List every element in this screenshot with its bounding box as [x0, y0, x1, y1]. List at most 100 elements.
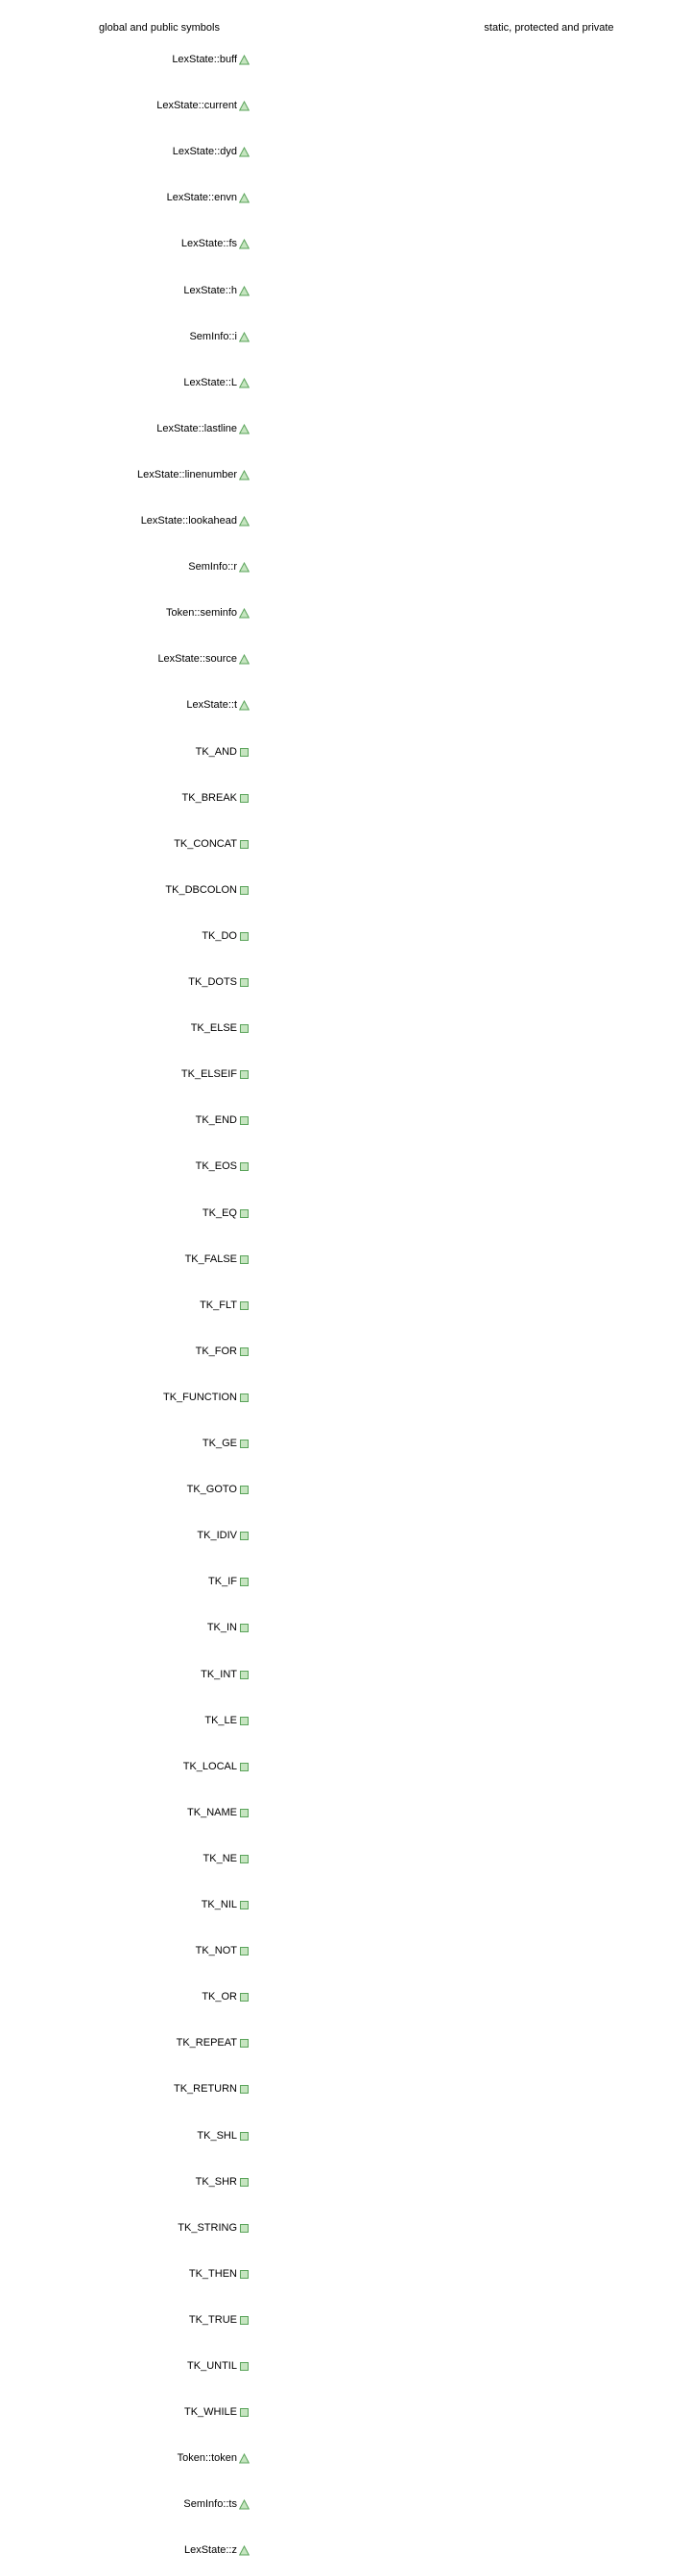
symbol-label: LexState::lookahead	[140, 515, 237, 527]
symbol-row[interactable]: TK_IDIV	[0, 1528, 250, 1543]
symbol-row[interactable]: TK_EQ	[0, 1206, 250, 1221]
square-icon	[239, 1161, 250, 1172]
symbol-row[interactable]: TK_ELSE	[0, 1020, 250, 1036]
symbol-label: Token::token	[177, 2452, 237, 2465]
symbol-row[interactable]: TK_INT	[0, 1667, 250, 1682]
symbol-label: SemInfo::ts	[183, 2498, 237, 2511]
symbol-row[interactable]: TK_GE	[0, 1436, 250, 1451]
symbol-row[interactable]: Token::token	[0, 2450, 250, 2466]
symbol-label: TK_UNTIL	[187, 2360, 237, 2372]
symbol-row[interactable]: TK_ELSEIF	[0, 1066, 250, 1082]
square-icon	[239, 747, 250, 758]
symbol-row[interactable]: TK_CONCAT	[0, 836, 250, 852]
symbol-row[interactable]: TK_SHL	[0, 2128, 250, 2143]
symbol-row[interactable]: LexState::lastline	[0, 421, 250, 436]
symbol-label: LexState::L	[183, 376, 237, 388]
symbol-row[interactable]: TK_NE	[0, 1851, 250, 1866]
symbol-row[interactable]: TK_DBCOLON	[0, 882, 250, 898]
symbol-row[interactable]: TK_UNTIL	[0, 2358, 250, 2374]
square-icon	[239, 2407, 250, 2418]
symbol-row[interactable]: LexState::linenumber	[0, 467, 250, 482]
triangle-icon	[239, 562, 250, 573]
symbol-label: TK_NAME	[187, 1806, 237, 1818]
symbol-label: TK_STRING	[178, 2221, 237, 2234]
symbol-label: TK_TRUE	[188, 2313, 237, 2326]
symbol-row[interactable]: TK_WHILE	[0, 2404, 250, 2420]
square-icon	[239, 793, 250, 804]
symbol-row[interactable]: TK_LOCAL	[0, 1759, 250, 1774]
symbol-row[interactable]: TK_RETURN	[0, 2081, 250, 2096]
symbol-row[interactable]: SemInfo::i	[0, 329, 250, 344]
symbol-label: TK_FALSE	[184, 1253, 237, 1265]
symbol-label: LexState::t	[186, 699, 237, 712]
triangle-icon	[239, 700, 250, 711]
symbol-row[interactable]: TK_GOTO	[0, 1482, 250, 1497]
symbol-row[interactable]: TK_AND	[0, 744, 250, 760]
symbol-row[interactable]: LexState::current	[0, 98, 250, 113]
symbol-row[interactable]: TK_REPEAT	[0, 2035, 250, 2050]
symbol-row[interactable]: TK_FALSE	[0, 1252, 250, 1267]
symbol-row[interactable]: SemInfo::r	[0, 559, 250, 574]
symbol-row[interactable]: TK_IN	[0, 1620, 250, 1635]
symbol-row[interactable]: TK_EOS	[0, 1159, 250, 1174]
square-icon	[239, 1439, 250, 1449]
square-icon	[239, 1485, 250, 1495]
symbol-row[interactable]: LexState::lookahead	[0, 513, 250, 528]
square-icon	[239, 1670, 250, 1680]
square-icon	[239, 1900, 250, 1910]
global-public-symbols-header: global and public symbols	[99, 22, 220, 34]
symbol-row[interactable]: TK_STRING	[0, 2220, 250, 2236]
symbol-row[interactable]: LexState::source	[0, 651, 250, 667]
symbol-row[interactable]: LexState::t	[0, 697, 250, 713]
triangle-icon	[239, 55, 250, 65]
symbol-label: TK_FOR	[195, 1345, 237, 1357]
symbol-row[interactable]: LexState::L	[0, 375, 250, 390]
symbol-row[interactable]: LexState::z	[0, 2542, 250, 2558]
symbol-label: Token::seminfo	[166, 607, 237, 620]
symbol-row[interactable]: LexState::dyd	[0, 144, 250, 159]
symbol-label: TK_EOS	[195, 1160, 237, 1173]
triangle-icon	[239, 2453, 250, 2464]
symbol-row[interactable]: TK_NAME	[0, 1805, 250, 1820]
symbol-row[interactable]: TK_FOR	[0, 1344, 250, 1359]
symbol-row[interactable]: LexState::h	[0, 283, 250, 298]
symbol-row[interactable]: LexState::buff	[0, 52, 250, 67]
square-icon	[239, 1069, 250, 1080]
symbol-label: TK_SHL	[197, 2129, 237, 2142]
symbol-row[interactable]: TK_OR	[0, 1989, 250, 2004]
triangle-icon	[239, 239, 250, 249]
triangle-icon	[239, 193, 250, 203]
symbol-row[interactable]: LexState::envn	[0, 190, 250, 205]
symbol-row[interactable]: TK_NIL	[0, 1897, 250, 1912]
square-icon	[239, 1716, 250, 1726]
symbol-label: LexState::source	[157, 653, 237, 666]
symbol-label: TK_DO	[202, 929, 237, 942]
square-icon	[239, 2269, 250, 2280]
symbol-label: TK_CONCAT	[174, 837, 237, 850]
triangle-icon	[239, 608, 250, 619]
triangle-icon	[239, 2545, 250, 2556]
symbol-row[interactable]: TK_DO	[0, 928, 250, 944]
symbol-label: TK_NE	[203, 1852, 237, 1864]
symbol-row[interactable]: TK_END	[0, 1112, 250, 1128]
symbol-row[interactable]: TK_DOTS	[0, 974, 250, 990]
square-icon	[239, 839, 250, 850]
symbol-row[interactable]: SemInfo::ts	[0, 2496, 250, 2512]
symbol-row[interactable]: TK_SHR	[0, 2174, 250, 2190]
symbol-row[interactable]: TK_LE	[0, 1713, 250, 1728]
symbol-row[interactable]: LexState::fs	[0, 236, 250, 251]
symbol-row[interactable]: TK_THEN	[0, 2266, 250, 2282]
symbol-row[interactable]: TK_FUNCTION	[0, 1390, 250, 1405]
symbol-row[interactable]: TK_TRUE	[0, 2312, 250, 2328]
symbol-label: TK_WHILE	[183, 2406, 237, 2419]
symbol-row[interactable]: TK_BREAK	[0, 790, 250, 806]
symbol-label: TK_DOTS	[188, 976, 237, 988]
symbol-row[interactable]: TK_FLT	[0, 1298, 250, 1313]
square-icon	[239, 2084, 250, 2095]
symbol-row[interactable]: Token::seminfo	[0, 605, 250, 621]
square-icon	[239, 2223, 250, 2234]
symbol-row[interactable]: TK_NOT	[0, 1943, 250, 1958]
square-icon	[239, 1762, 250, 1772]
symbol-row[interactable]: TK_IF	[0, 1574, 250, 1589]
square-icon	[239, 2177, 250, 2188]
